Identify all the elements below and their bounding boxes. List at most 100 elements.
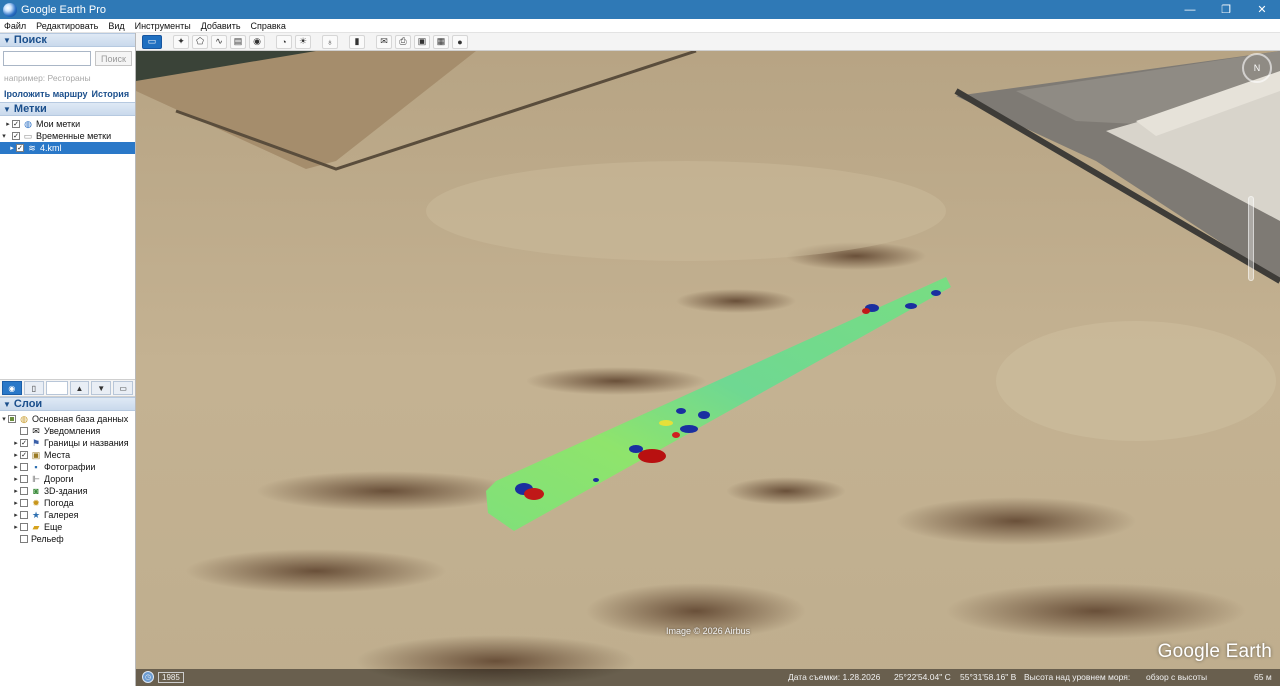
search-input[interactable] [3,51,91,66]
sunlight-icon[interactable]: ☀ [295,34,311,49]
historic-year: 1985 [158,671,184,683]
menu-add[interactable]: Добавить [201,21,241,31]
checkbox[interactable]: ✓ [20,451,28,459]
expand-arrow-icon[interactable]: ▸ [12,451,20,459]
imagery-copyright: Image © 2026 Airbus [666,626,751,636]
menu-help[interactable]: Справка [251,21,286,31]
menu-view[interactable]: Вид [108,21,124,31]
move-up-icon[interactable]: ▲ [69,381,90,395]
historical-imagery-clock-icon[interactable]: ◷ [142,671,154,683]
expand-arrow-icon[interactable]: ▸ [12,487,20,495]
add-placemark-icon[interactable]: ✦ [173,34,189,49]
checkbox[interactable] [20,523,28,531]
expand-arrow-icon[interactable]: ▸ [12,523,20,531]
imagery-date: Дата съемки: 1.28.2026 [788,672,881,682]
menu-tools[interactable]: Инструменты [135,21,191,31]
checkbox[interactable] [20,511,28,519]
close-button[interactable]: ✕ [1244,0,1280,19]
checkbox[interactable]: ✓ [12,120,20,128]
menu-file[interactable]: Файл [4,21,26,31]
get-directions-link[interactable]: Iроложить маршру [4,89,88,102]
earth-gallery-icon[interactable]: ● [452,34,468,49]
checkbox[interactable]: ✓ [16,144,24,152]
checkbox[interactable]: ✓ [12,132,20,140]
ruler-icon[interactable]: ▮ [349,34,365,49]
places-item-kml[interactable]: ▸ ✓ ≋ 4.kml [0,142,135,154]
toggle-sidebar-icon[interactable]: ▭ [142,34,162,49]
title-bar: Google Earth Pro — ❐ ✕ [0,0,1280,19]
star-icon: ★ [31,509,41,520]
main-toolbar: ▭ ✦ ⬠ ∿ ▤ ◉ ◔ ☀ ♁ ▮ ✉ ⎙ ▣ ▦ ● [136,33,1280,51]
historical-imagery-icon[interactable]: ◔ [276,34,292,49]
places-item-temporary[interactable]: ▾ ✓ ▭ Временные метки [0,130,135,142]
layer-weather[interactable]: ▸ ✹ Погода [0,497,135,509]
layer-roads[interactable]: ▸ ⊩ Дороги [0,473,135,485]
switch-planet-icon[interactable]: ♁ [322,34,338,49]
window-title: Google Earth Pro [21,3,106,16]
collapse-arrow-icon[interactable]: ▾ [0,415,8,423]
folder-icon: ▭ [23,130,33,141]
expand-arrow-icon[interactable]: ▸ [12,475,20,483]
layers-tree: ▾ ◍ Основная база данных ✉ Уведомления ▸… [0,411,135,545]
historic-imagery[interactable]: ◷ 1985 [142,671,184,683]
checkbox[interactable]: ✓ [20,439,28,447]
satellite-imagery[interactable] [136,51,1280,686]
checkbox[interactable] [20,499,28,507]
layer-gallery[interactable]: ▸ ★ Галерея [0,509,135,521]
record-tour-icon[interactable]: ◉ [249,34,265,49]
checkbox[interactable] [20,535,28,543]
places-filter-box[interactable] [45,381,68,395]
checkbox[interactable] [20,463,28,471]
add-polygon-icon[interactable]: ⬠ [192,34,208,49]
move-down-icon[interactable]: ▼ [91,381,112,395]
layer-primary-database[interactable]: ▾ ◍ Основная база данных [0,413,135,425]
print-icon[interactable]: ⎙ [395,34,411,49]
email-icon[interactable]: ✉ [376,34,392,49]
map-view[interactable]: N Image © 2026 Airbus Google Earth ◷ 198… [136,51,1280,686]
places-item-my-places[interactable]: ▸ ✓ ◍ Мои метки [0,118,135,130]
add-path-icon[interactable]: ∿ [211,34,227,49]
expand-arrow-icon[interactable]: ▸ [4,120,12,128]
history-link[interactable]: История [92,89,130,102]
eye-altitude-label: обзор с высоты [1146,672,1208,682]
expand-arrow-icon[interactable]: ▸ [12,439,20,447]
collapse-arrow-icon[interactable]: ▾ [0,132,8,140]
layer-photos[interactable]: ▸ ▪ Фотографии [0,461,135,473]
zoom-slider[interactable] [1248,196,1254,281]
compass-icon[interactable]: N [1242,53,1272,83]
google-earth-logo: Google Earth [1157,641,1272,662]
layer-places[interactable]: ▸ ✓ ▣ Места [0,449,135,461]
maximize-button[interactable]: ❐ [1208,0,1244,19]
view-in-maps-icon[interactable]: ▦ [433,34,449,49]
save-image-icon[interactable]: ▣ [414,34,430,49]
places-tree: ▸ ✓ ◍ Мои метки ▾ ✓ ▭ Временные метки ▸ … [0,116,135,379]
menu-edit[interactable]: Редактировать [36,21,98,31]
checkbox[interactable] [20,475,28,483]
expand-arrow-icon[interactable]: ▸ [8,144,16,152]
panel-toggle-icon[interactable]: ▯ [23,381,44,395]
places-panel-header[interactable]: ▼ Метки [0,102,135,116]
search-button[interactable]: Поиск [95,51,132,66]
globe-folder-icon: ◍ [24,118,32,129]
checkbox[interactable] [8,415,16,423]
elevation-label: Высота над уровнем моря: [1024,672,1131,682]
expand-arrow-icon[interactable]: ▸ [12,511,20,519]
layer-more[interactable]: ▸ ▰ Еще [0,521,135,533]
expand-arrow-icon[interactable]: ▸ [12,499,20,507]
layer-notifications[interactable]: ✉ Уведомления [0,425,135,437]
collapse-triangle-icon: ▼ [3,35,11,45]
expand-arrow-icon[interactable]: ▸ [12,463,20,471]
layer-borders[interactable]: ▸ ✓ ⚑ Границы и названия [0,437,135,449]
layer-3d-buildings[interactable]: ▸ ◙ 3D-здания [0,485,135,497]
folder-open-icon[interactable]: ▭ [113,381,134,395]
minimize-button[interactable]: — [1172,0,1208,19]
building-icon: ◙ [33,486,39,496]
add-image-overlay-icon[interactable]: ▤ [230,34,246,49]
layer-terrain[interactable]: Рельеф [0,533,135,545]
layers-panel-header[interactable]: ▼ Слои [0,397,135,411]
envelope-icon: ✉ [32,425,40,436]
checkbox[interactable] [20,427,28,435]
checkbox[interactable] [20,487,28,495]
search-places-icon[interactable]: ◉ [2,381,22,395]
search-panel-header[interactable]: ▼ Поиск [0,33,135,47]
